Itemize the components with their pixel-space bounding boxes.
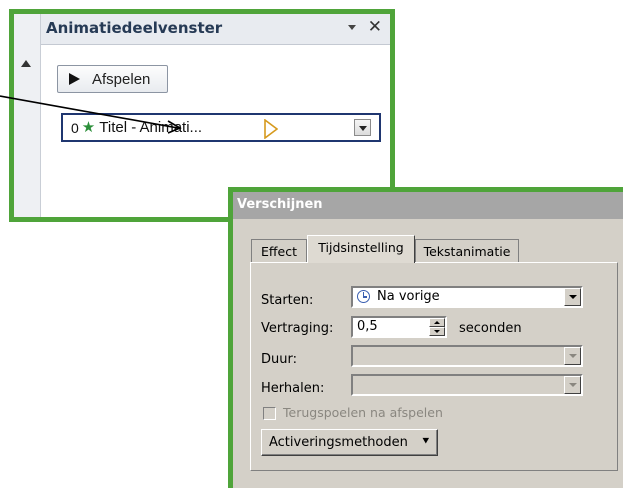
delay-label: Vertraging: xyxy=(261,321,334,336)
effect-options-dialog: Verschijnen Effect Tijdsinstelling Tekst… xyxy=(228,187,623,488)
dialog-title: Verschijnen xyxy=(237,197,323,212)
start-select[interactable]: Na vorige xyxy=(351,286,583,308)
clock-icon xyxy=(357,290,370,303)
duration-select xyxy=(351,345,583,367)
tab-text-animation[interactable]: Tekstanimatie xyxy=(415,239,519,262)
chevron-down-icon xyxy=(564,347,581,365)
tab-timing[interactable]: Tijdsinstelling xyxy=(307,235,415,263)
start-label: Starten: xyxy=(261,293,314,308)
start-select-value: Na vorige xyxy=(377,289,440,304)
rewind-checkbox[interactable] xyxy=(263,407,276,420)
triggers-button-label: Activeringsmethoden xyxy=(269,435,408,450)
delay-unit: seconden xyxy=(459,321,522,336)
chevron-down-icon: ⯆ xyxy=(421,434,431,448)
tab-effect[interactable]: Effect xyxy=(251,239,307,262)
spin-down-icon[interactable] xyxy=(429,327,445,336)
delay-spin-buttons xyxy=(429,318,445,336)
rewind-label: Terugspoelen na afspelen xyxy=(283,405,443,420)
chevron-down-icon[interactable] xyxy=(564,288,581,306)
repeat-select xyxy=(351,374,583,396)
dialog-titlebar[interactable]: Verschijnen xyxy=(233,192,623,219)
delay-stepper[interactable]: 0,5 xyxy=(351,316,447,338)
spin-up-icon[interactable] xyxy=(429,318,445,327)
timing-tab-panel: Starten: Na vorige Vertraging: 0,5 secon… xyxy=(250,262,618,471)
triggers-button[interactable]: Activeringsmethoden ⯆ xyxy=(261,429,438,456)
chevron-down-icon xyxy=(564,376,581,394)
duration-label: Duur: xyxy=(261,352,297,367)
delay-value: 0,5 xyxy=(357,319,378,334)
start-select-value-wrap: Na vorige xyxy=(357,289,440,304)
repeat-label: Herhalen: xyxy=(261,381,325,396)
